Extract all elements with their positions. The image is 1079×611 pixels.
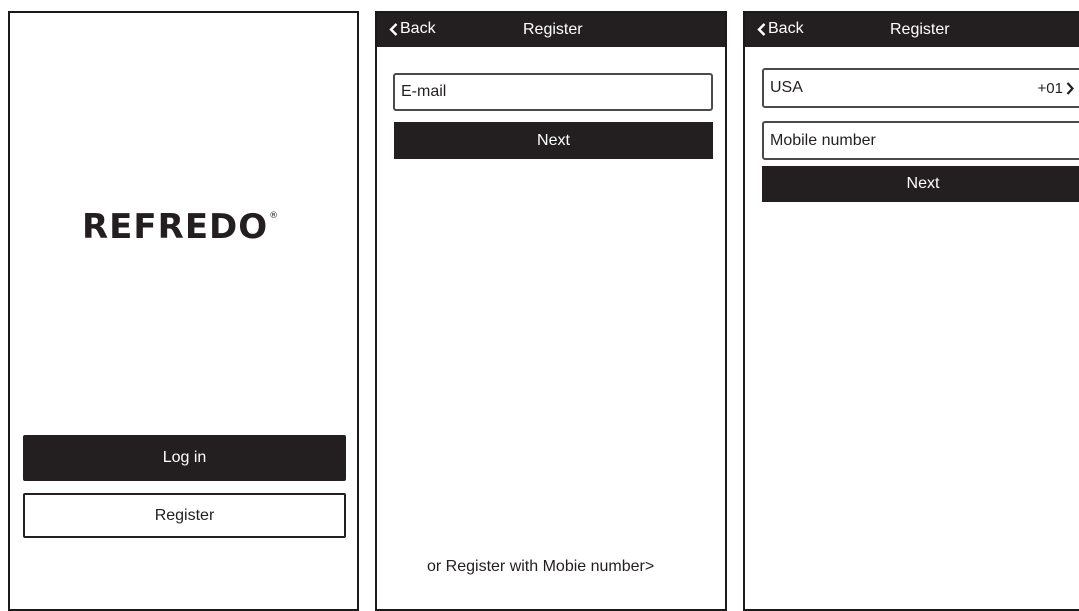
chevron-left-icon — [389, 22, 398, 36]
logo-text: REFREDO — [82, 207, 269, 247]
registered-mark: ® — [269, 211, 280, 221]
back-label: Back — [768, 20, 804, 37]
next-button[interactable]: Next — [394, 122, 713, 159]
back-button[interactable]: Back — [389, 20, 436, 38]
email-input[interactable] — [401, 83, 711, 101]
page-title: Register — [523, 21, 583, 38]
app-logo: REFREDO® — [82, 207, 279, 247]
country-code: +01 — [1037, 79, 1063, 97]
page-title: Register — [890, 21, 950, 38]
register-button[interactable]: Register — [23, 493, 346, 538]
top-bar: Back Register — [745, 13, 1079, 47]
mobile-number-field[interactable] — [762, 121, 1079, 160]
country-code-wrap: +01 — [1038, 80, 1074, 97]
chevron-right-icon — [1066, 81, 1074, 95]
country-name: USA — [770, 79, 803, 96]
back-button[interactable]: Back — [757, 20, 804, 38]
country-select[interactable]: USA +01 — [762, 68, 1079, 108]
next-button[interactable]: Next — [762, 166, 1079, 202]
top-bar: Back Register — [377, 13, 725, 47]
welcome-screen: REFREDO® Log in Register — [8, 11, 359, 611]
email-field[interactable] — [393, 73, 713, 111]
login-button[interactable]: Log in — [23, 435, 346, 481]
back-label: Back — [400, 20, 436, 37]
mobile-register-screen: Back Register USA +01 Next — [743, 11, 1079, 611]
mobile-number-input[interactable] — [770, 131, 1079, 150]
email-register-screen: Back Register Next or Register with Mobi… — [375, 11, 727, 611]
chevron-left-icon — [757, 22, 766, 36]
register-with-mobile-link[interactable]: or Register with Mobie number> — [427, 558, 654, 576]
